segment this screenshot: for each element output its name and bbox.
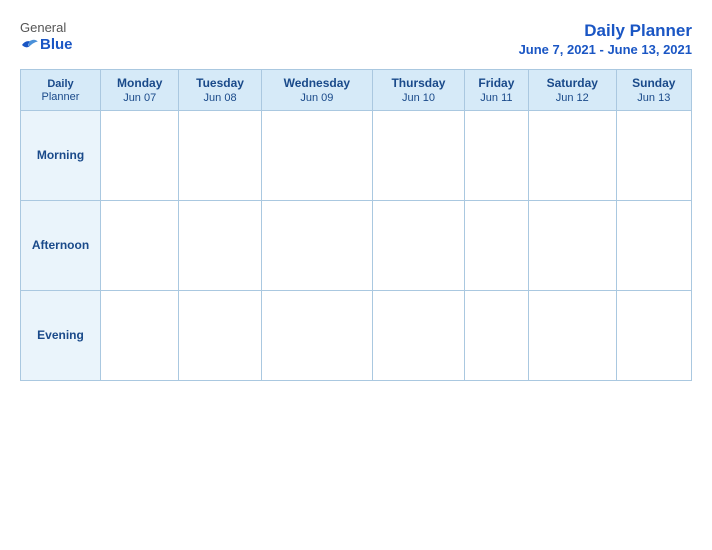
saturday-date: Jun 12: [531, 92, 614, 104]
header-row: Daily Planner Monday Jun 07 Tuesday Jun …: [21, 70, 692, 111]
tuesday-date: Jun 08: [181, 92, 258, 104]
afternoon-wednesday[interactable]: [261, 200, 372, 290]
morning-row: Morning: [21, 110, 692, 200]
morning-thursday[interactable]: [373, 110, 465, 200]
wednesday-date: Jun 09: [264, 92, 370, 104]
evening-row: Evening: [21, 290, 692, 380]
afternoon-thursday[interactable]: [373, 200, 465, 290]
friday-name: Friday: [467, 76, 526, 92]
header-daily: Daily: [23, 77, 98, 91]
title-area: Daily Planner June 7, 2021 - June 13, 20…: [519, 20, 692, 57]
header-sunday: Sunday Jun 13: [616, 70, 691, 111]
header-label-col: Daily Planner: [21, 70, 101, 111]
logo-area: General Blue: [20, 20, 73, 54]
planner-table: Daily Planner Monday Jun 07 Tuesday Jun …: [20, 69, 692, 381]
header-friday: Friday Jun 11: [464, 70, 528, 111]
evening-monday[interactable]: [101, 290, 179, 380]
planner-title: Daily Planner: [519, 20, 692, 42]
evening-sunday[interactable]: [616, 290, 691, 380]
friday-date: Jun 11: [467, 92, 526, 104]
afternoon-text: Afternoon: [32, 238, 89, 252]
thursday-name: Thursday: [375, 76, 462, 92]
morning-label: Morning: [21, 110, 101, 200]
header-monday: Monday Jun 07: [101, 70, 179, 111]
wednesday-name: Wednesday: [264, 76, 370, 92]
morning-friday[interactable]: [464, 110, 528, 200]
header-planner: Planner: [23, 91, 98, 103]
header-wednesday: Wednesday Jun 09: [261, 70, 372, 111]
tuesday-name: Tuesday: [181, 76, 258, 92]
evening-wednesday[interactable]: [261, 290, 372, 380]
afternoon-monday[interactable]: [101, 200, 179, 290]
morning-saturday[interactable]: [528, 110, 616, 200]
monday-date: Jun 07: [103, 92, 176, 104]
morning-sunday[interactable]: [616, 110, 691, 200]
logo-general-text: General: [20, 20, 66, 35]
thursday-date: Jun 10: [375, 92, 462, 104]
date-range: June 7, 2021 - June 13, 2021: [519, 42, 692, 57]
saturday-name: Saturday: [531, 76, 614, 92]
header: General Blue Daily Planner June 7, 2021 …: [20, 20, 692, 57]
afternoon-saturday[interactable]: [528, 200, 616, 290]
afternoon-row: Afternoon: [21, 200, 692, 290]
header-saturday: Saturday Jun 12: [528, 70, 616, 111]
morning-wednesday[interactable]: [261, 110, 372, 200]
logo-blue: Blue: [20, 36, 73, 54]
evening-label: Evening: [21, 290, 101, 380]
logo-blue-text: Blue: [40, 36, 73, 54]
page: General Blue Daily Planner June 7, 2021 …: [0, 0, 712, 550]
morning-text: Morning: [37, 148, 84, 162]
header-tuesday: Tuesday Jun 08: [179, 70, 261, 111]
afternoon-tuesday[interactable]: [179, 200, 261, 290]
evening-saturday[interactable]: [528, 290, 616, 380]
header-thursday: Thursday Jun 10: [373, 70, 465, 111]
logo-general: General: [20, 20, 66, 36]
evening-thursday[interactable]: [373, 290, 465, 380]
sunday-name: Sunday: [619, 76, 689, 92]
logo-bird-icon: [20, 38, 38, 52]
monday-name: Monday: [103, 76, 176, 92]
afternoon-sunday[interactable]: [616, 200, 691, 290]
sunday-date: Jun 13: [619, 92, 689, 104]
afternoon-label: Afternoon: [21, 200, 101, 290]
evening-friday[interactable]: [464, 290, 528, 380]
evening-text: Evening: [37, 328, 84, 342]
afternoon-friday[interactable]: [464, 200, 528, 290]
morning-tuesday[interactable]: [179, 110, 261, 200]
morning-monday[interactable]: [101, 110, 179, 200]
evening-tuesday[interactable]: [179, 290, 261, 380]
